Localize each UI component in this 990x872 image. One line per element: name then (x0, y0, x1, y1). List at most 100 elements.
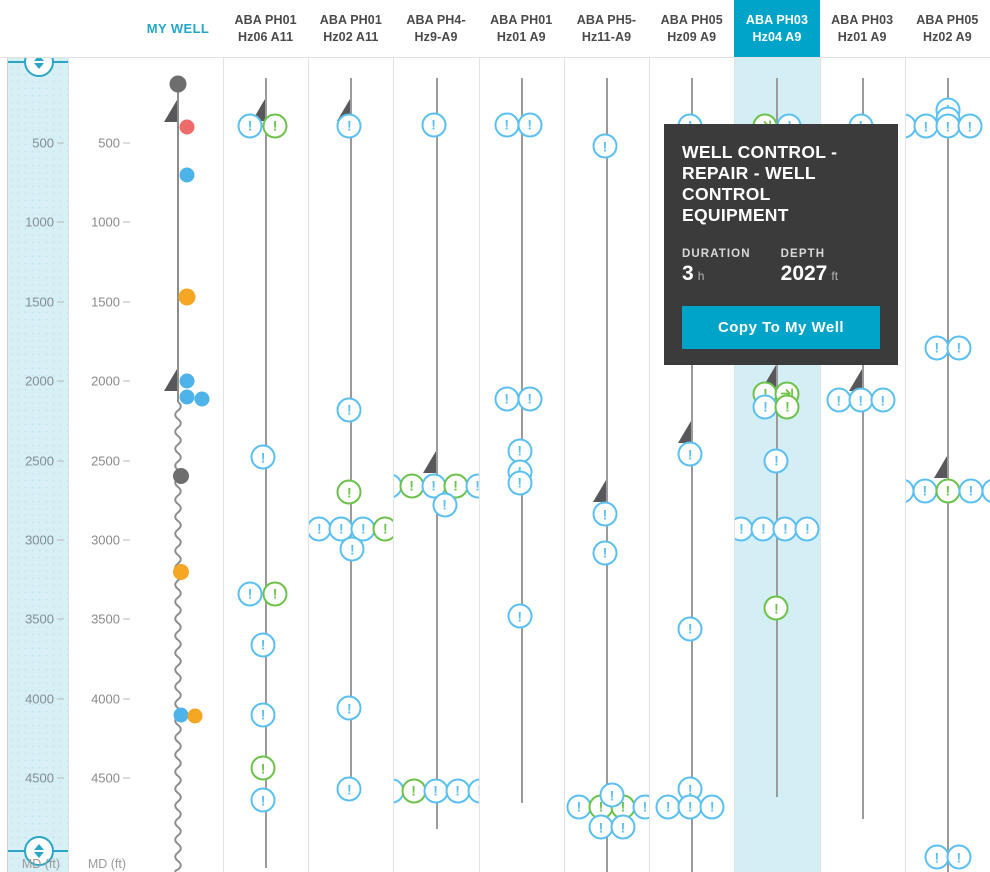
well-event-dot[interactable] (173, 563, 189, 580)
tooltip-duration-value: 3 (682, 262, 694, 285)
depth-tick-mark (57, 539, 64, 541)
alert-event-icon[interactable]: ! (467, 778, 479, 804)
well-event-dot[interactable] (178, 288, 196, 306)
depth-tick-label: 2000 (91, 373, 120, 389)
alert-event-icon[interactable]: ! (336, 397, 362, 423)
well-column-header-line2: Hz01 A9 (837, 29, 887, 44)
well-event-dot[interactable] (187, 708, 203, 724)
offset-well-track[interactable]: !!!!!!!!!!!! (393, 57, 479, 872)
depth-tick-label: 1500 (91, 294, 120, 310)
alert-event-icon[interactable]: ! (336, 695, 362, 721)
alert-event-icon[interactable]: ! (981, 478, 990, 504)
well-column-header[interactable]: ABA PH4- Hz9-A9 (393, 0, 478, 57)
alert-event-icon[interactable]: ! (592, 501, 618, 527)
alert-event-icon[interactable]: ! (763, 448, 789, 473)
alert-event-icon[interactable]: ! (421, 112, 447, 138)
well-column-header[interactable]: ABA PH05 Hz02 A9 (905, 0, 990, 57)
alert-event-icon[interactable]: ! (677, 441, 703, 467)
alert-event-icon[interactable]: ! (372, 516, 394, 542)
alert-event-icon[interactable]: ! (336, 776, 362, 802)
depth-tick-mark (57, 777, 64, 779)
offset-well-comparison-view: MY WELL ABA PH01 Hz06 A11 ABA PH01 Hz02 A11 A… (0, 0, 990, 872)
alert-event-icon[interactable]: ! (432, 492, 458, 518)
well-column-header[interactable]: ABA PH03 Hz04 A9 (734, 0, 820, 57)
alert-event-icon[interactable]: ! (592, 540, 618, 566)
alert-event-icon[interactable]: ! (958, 478, 984, 504)
tooltip-stats: DURATION 3 h DEPTH 2027 ft (682, 248, 880, 284)
well-event-dot[interactable] (194, 391, 210, 407)
depth-tick-mark (123, 460, 130, 461)
alert-event-icon[interactable]: ! (262, 113, 288, 139)
alert-event-icon[interactable]: ! (237, 113, 263, 139)
alert-event-icon[interactable]: ! (507, 470, 533, 496)
alert-event-icon[interactable]: ! (592, 133, 618, 159)
my-well-track[interactable] (133, 57, 223, 872)
alert-event-icon[interactable]: ! (250, 787, 276, 813)
alert-event-icon[interactable]: ! (699, 794, 725, 820)
offset-well-track[interactable]: !!!!!!!! (478, 57, 564, 872)
alert-event-icon[interactable]: ! (946, 335, 972, 361)
well-event-dot[interactable] (173, 707, 189, 722)
well-column-header[interactable]: ABA PH05 Hz09 A9 (649, 0, 734, 57)
alert-event-icon[interactable]: ! (237, 581, 263, 607)
alert-event-icon[interactable]: ! (610, 814, 636, 840)
alert-event-icon[interactable]: ! (912, 478, 938, 504)
alert-event-icon[interactable]: ! (677, 616, 703, 642)
well-column-header[interactable]: ABA PH5- Hz11-A9 (564, 0, 649, 57)
tooltip-title: WELL CONTROL - REPAIR - WELL CONTROL EQU… (682, 142, 838, 225)
well-column-header[interactable]: ABA PH01 Hz02 A11 (308, 0, 393, 57)
depth-tick-label: 1000 (25, 214, 54, 230)
depth-tick-label: 4000 (25, 691, 54, 707)
alert-event-icon[interactable]: ! (336, 479, 362, 505)
alert-event-icon[interactable]: ! (774, 394, 800, 420)
alert-event-icon[interactable]: ! (339, 536, 365, 562)
depth-tick-label: 1500 (25, 294, 54, 310)
depth-tick-mark (123, 221, 130, 223)
alert-event-icon[interactable]: ! (494, 386, 520, 412)
alert-event-icon[interactable]: ! (250, 702, 276, 727)
wellbore-line (435, 77, 438, 829)
well-column-header[interactable]: ABA PH01 Hz06 A11 (223, 0, 308, 57)
tooltip-duration-label: DURATION (682, 248, 751, 260)
well-event-dot[interactable] (173, 468, 189, 485)
alert-event-icon[interactable]: ! (336, 113, 362, 139)
alert-event-icon[interactable]: ! (935, 478, 961, 504)
copy-to-my-well-button[interactable]: Copy To My Well (682, 306, 880, 349)
well-event-dot[interactable] (179, 373, 195, 389)
well-event-dot[interactable] (179, 389, 195, 405)
offset-well-track[interactable]: !!!!!!!!!!!!!!! (904, 57, 990, 872)
offset-well-track[interactable]: !!!!!!!!!! (308, 57, 394, 872)
tooltip-depth-value: 2027 (780, 262, 828, 285)
depth-tick-mark (57, 698, 64, 700)
alert-event-icon[interactable]: ! (946, 844, 972, 870)
alert-event-icon[interactable]: ! (494, 112, 520, 138)
wellbore-line (605, 77, 608, 872)
alert-event-icon[interactable]: ! (262, 581, 288, 607)
well-column-header-line1: ABA PH03 (831, 12, 894, 27)
depth-tick-mark (123, 777, 130, 779)
alert-event-icon[interactable]: ! (507, 603, 533, 629)
well-event-dot[interactable] (179, 167, 195, 183)
alert-event-icon[interactable]: ! (632, 794, 650, 820)
alert-event-icon[interactable]: ! (250, 444, 276, 470)
alert-event-icon[interactable]: ! (599, 782, 625, 808)
alert-event-icon[interactable]: ! (465, 473, 479, 499)
well-column-header[interactable]: MY WELL (133, 0, 223, 57)
alert-event-icon[interactable]: ! (250, 755, 276, 781)
alert-event-icon[interactable]: ! (870, 387, 896, 413)
alert-event-icon[interactable]: ! (957, 113, 983, 139)
well-event-dot[interactable] (179, 119, 195, 135)
alert-event-icon[interactable]: ! (794, 516, 820, 542)
alert-event-icon[interactable]: ! (517, 386, 543, 412)
alert-event-icon[interactable]: ! (517, 112, 543, 138)
offset-well-track[interactable]: !!!!!!!!!! (563, 57, 650, 872)
depth-axis-primary-title: MD (ft) (21, 857, 60, 871)
well-column-header[interactable]: ABA PH03 Hz01 A9 (820, 0, 905, 57)
alert-event-icon[interactable]: ! (763, 595, 789, 621)
well-column-header[interactable]: ABA PH01 Hz01 A9 (479, 0, 564, 57)
depth-tick-label: 3000 (25, 532, 54, 548)
alert-event-icon[interactable]: ! (250, 632, 276, 658)
well-event-dot[interactable] (169, 75, 187, 93)
offset-well-track[interactable]: !!!!!!!!! (223, 57, 308, 872)
depth-tick-label: 2000 (25, 373, 54, 389)
